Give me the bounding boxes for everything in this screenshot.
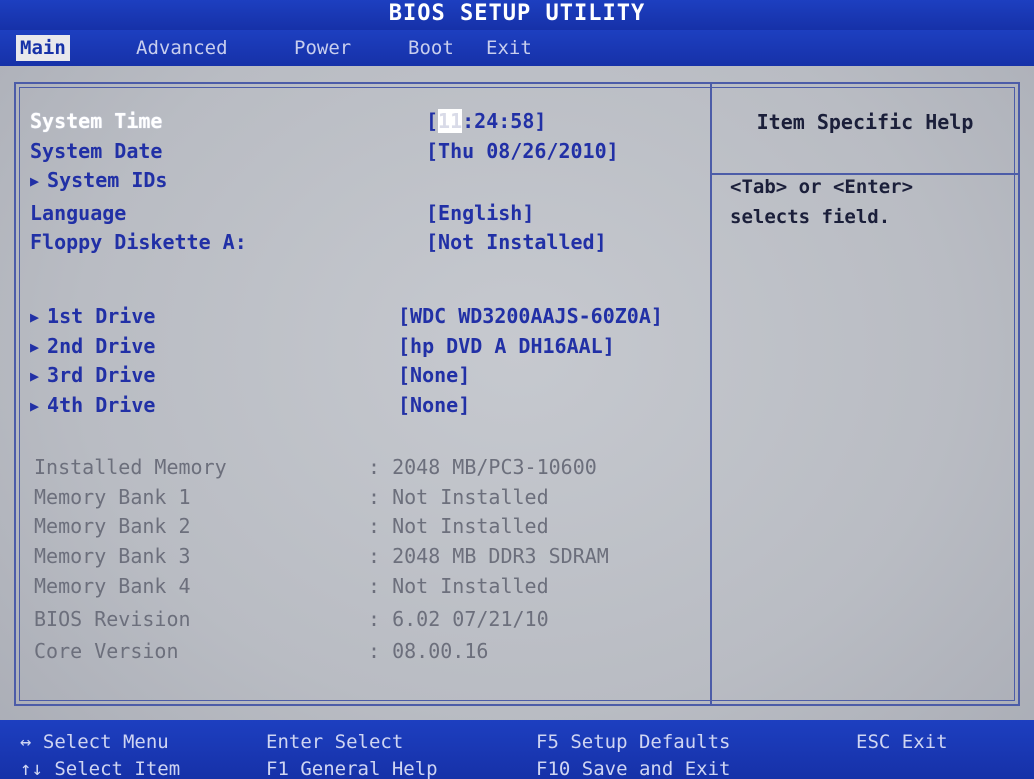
submenu-arrow-icon: ▶: [30, 308, 40, 326]
app-title: BIOS SETUP UTILITY: [388, 1, 646, 26]
footer-f10-save: F10 Save and Exit: [536, 758, 731, 779]
footer-f5-defaults: F5 Setup Defaults: [536, 731, 731, 753]
system-ids-label[interactable]: System IDs: [47, 168, 167, 192]
bios-screen: BIOS SETUP UTILITY Main Advanced Power B…: [0, 0, 1034, 779]
drive2-value[interactable]: [hp DVD A DH16AAL]: [398, 334, 615, 358]
installed-memory-value: : 2048 MB/PC3-10600: [368, 455, 597, 479]
menu-bar: Main Advanced Power Boot Exit: [0, 30, 1034, 66]
floppy-value[interactable]: [Not Installed]: [426, 230, 607, 254]
system-time-value[interactable]: [11:24:58]: [426, 107, 546, 135]
language-label[interactable]: Language: [30, 201, 126, 225]
info-row: Core Version: [34, 637, 179, 665]
setting-row-3rd-drive[interactable]: ▶ 3rd Drive: [30, 361, 155, 389]
core-version-value: : 08.00.16: [368, 639, 489, 663]
menu-tab-boot[interactable]: Boot: [404, 35, 458, 61]
help-panel-text: <Tab> or <Enter> selects field.: [730, 172, 1010, 232]
memory-bank-3-label: Memory Bank 3: [34, 544, 191, 568]
setting-row-2nd-drive[interactable]: ▶ 2nd Drive: [30, 332, 155, 360]
memory-bank-1-value: : Not Installed: [368, 485, 549, 509]
info-row: BIOS Revision: [34, 605, 191, 633]
help-line-1: <Tab> or <Enter>: [730, 176, 914, 198]
info-row: Memory Bank 3: [34, 542, 191, 570]
memory-bank-3-value: : 2048 MB DDR3 SDRAM: [368, 544, 609, 568]
drive2-label[interactable]: 2nd Drive: [47, 334, 155, 358]
drive3-label[interactable]: 3rd Drive: [47, 363, 155, 387]
system-date-label[interactable]: System Date: [30, 139, 162, 163]
memory-bank-1-label: Memory Bank 1: [34, 485, 191, 509]
system-time-label[interactable]: System Time: [30, 109, 162, 133]
info-row: Memory Bank 2: [34, 512, 191, 540]
memory-bank-4-label: Memory Bank 4: [34, 574, 191, 598]
core-version-label: Core Version: [34, 639, 179, 663]
submenu-arrow-icon: ▶: [30, 172, 40, 190]
drive4-label[interactable]: 4th Drive: [47, 393, 155, 417]
title-bar: BIOS SETUP UTILITY: [0, 0, 1034, 30]
menu-tab-power[interactable]: Power: [290, 35, 355, 61]
submenu-arrow-icon: ▶: [30, 367, 40, 385]
footer-select-menu: ↔ Select Menu: [20, 731, 169, 753]
installed-memory-label: Installed Memory: [34, 455, 227, 479]
info-row: Memory Bank 4: [34, 572, 191, 600]
menu-tab-exit[interactable]: Exit: [482, 35, 536, 61]
drive1-label[interactable]: 1st Drive: [47, 304, 155, 328]
footer-f1-help: F1 General Help: [266, 758, 438, 779]
menu-tab-advanced[interactable]: Advanced: [132, 35, 232, 61]
system-time-rest: :24:58]: [462, 109, 547, 133]
setting-row-system-time[interactable]: System Time: [30, 107, 162, 135]
floppy-label[interactable]: Floppy Diskette A:: [30, 230, 247, 254]
drive3-value[interactable]: [None]: [398, 363, 470, 387]
drive4-value[interactable]: [None]: [398, 393, 470, 417]
setting-row-1st-drive[interactable]: ▶ 1st Drive: [30, 302, 155, 330]
language-value[interactable]: [English]: [426, 201, 534, 225]
info-row: Installed Memory: [34, 453, 227, 481]
help-panel-divider: [710, 82, 712, 706]
footer-esc-exit: ESC Exit: [856, 731, 948, 753]
footer-enter-select: Enter Select: [266, 731, 404, 753]
menu-tab-main[interactable]: Main: [16, 35, 70, 61]
system-date-value[interactable]: [Thu 08/26/2010]: [426, 139, 619, 163]
memory-bank-2-label: Memory Bank 2: [34, 514, 191, 538]
system-time-bracket: [: [426, 109, 439, 133]
bios-revision-label: BIOS Revision: [34, 607, 191, 631]
setting-row-system-date[interactable]: System Date: [30, 137, 162, 165]
setting-row-language[interactable]: Language: [30, 199, 126, 227]
drive1-value[interactable]: [WDC WD3200AAJS-60Z0A]: [398, 304, 663, 328]
footer-keys-bar: ↔ Select Menu ↑↓ Select Item Enter Selec…: [0, 720, 1034, 779]
memory-bank-2-value: : Not Installed: [368, 514, 549, 538]
footer-select-item: ↑↓ Select Item: [20, 758, 181, 779]
submenu-arrow-icon: ▶: [30, 397, 40, 415]
memory-bank-4-value: : Not Installed: [368, 574, 549, 598]
setting-row-4th-drive[interactable]: ▶ 4th Drive: [30, 391, 155, 419]
help-line-2: selects field.: [730, 206, 891, 228]
setting-row-system-ids[interactable]: ▶ System IDs: [30, 166, 167, 194]
system-time-hour-field[interactable]: 11: [438, 109, 463, 133]
bios-revision-value: : 6.02 07/21/10: [368, 607, 549, 631]
help-panel-title: Item Specific Help: [756, 110, 974, 134]
info-row: Memory Bank 1: [34, 483, 191, 511]
submenu-arrow-icon: ▶: [30, 338, 40, 356]
setting-row-floppy[interactable]: Floppy Diskette A:: [30, 228, 247, 256]
